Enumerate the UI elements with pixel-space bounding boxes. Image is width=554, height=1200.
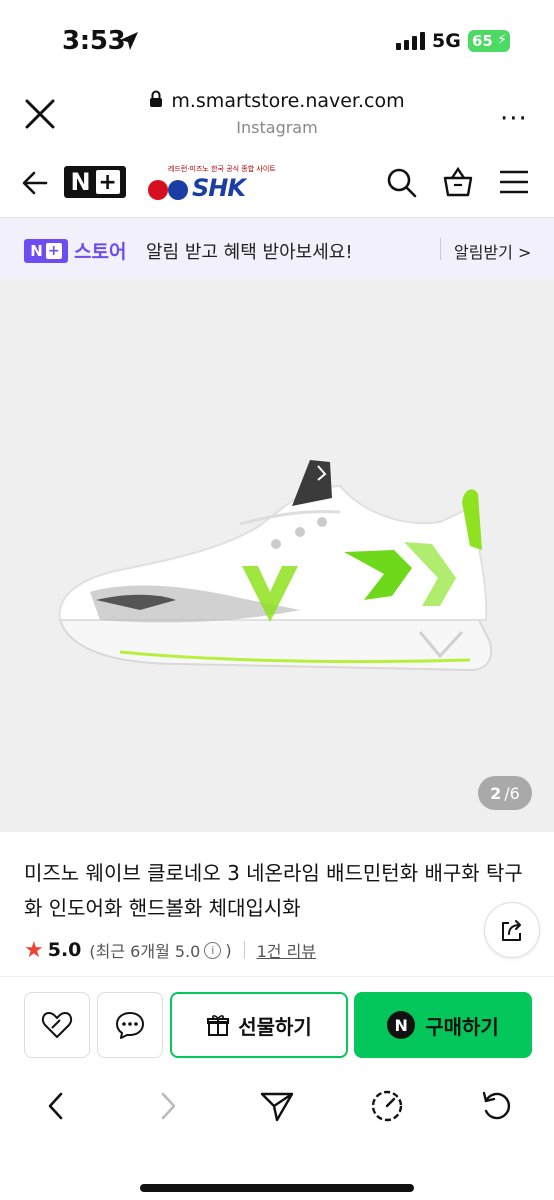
send-icon	[260, 1092, 294, 1122]
browser-source: Instagram	[236, 118, 318, 137]
signal-icon	[396, 32, 425, 50]
product-title: 미즈노 웨이브 클로네오 3 네온라임 배드민턴화 배구화 탁구화 인도어화 핸…	[24, 861, 523, 920]
gift-button[interactable]: 선물하기	[170, 992, 348, 1058]
banner-message: 알림 받고 혜택 받아보세요!	[146, 242, 353, 263]
status-bar: 3:53 5G 65 ⚡	[0, 0, 554, 84]
reload-icon	[482, 1091, 511, 1120]
lock-icon	[150, 90, 163, 107]
recent-rating-text: (최근 6개월 5.0	[89, 942, 201, 961]
back-arrow-icon[interactable]	[20, 168, 50, 198]
image-counter: 2/6	[478, 776, 532, 810]
gift-label: 선물하기	[238, 1014, 312, 1039]
browser-bottom-nav	[0, 1072, 554, 1136]
buy-label: 구매하기	[425, 1014, 499, 1039]
shopping-bag-icon[interactable]	[442, 166, 474, 198]
more-icon[interactable]: ···	[500, 104, 528, 134]
recent-rating-close: )	[225, 940, 232, 960]
store-logo-text: 스토어	[74, 241, 127, 263]
gift-icon	[207, 1015, 230, 1036]
nplus-store-logo-letter: N	[30, 241, 43, 260]
browser-header: m.smartstore.naver.com Instagram ···	[0, 84, 554, 152]
wishlist-button[interactable]	[24, 992, 90, 1058]
home-indicator[interactable]	[140, 1184, 414, 1192]
rating-row: ★ 5.0 (최근 6개월 5.0 i ) 1건 리뷰	[24, 937, 316, 963]
chat-button[interactable]	[97, 992, 163, 1058]
review-count-link[interactable]: 1건 리뷰	[257, 938, 316, 962]
share-icon	[502, 920, 521, 941]
chat-icon	[116, 1012, 144, 1039]
image-counter-total: /6	[504, 783, 520, 803]
notification-subscribe-link[interactable]: 알림받기 >	[454, 239, 531, 263]
recent-rating[interactable]: (최근 6개월 5.0 i )	[89, 938, 231, 962]
info-icon[interactable]: i	[204, 941, 222, 959]
site-header: N + 레드런·미즈노 한국 공식 종합 사이트 SHK	[0, 152, 554, 218]
reload-button[interactable]	[477, 1086, 517, 1126]
buy-button[interactable]: N 구매하기	[354, 992, 532, 1058]
nplus-store-logo: N + 스토어	[24, 237, 126, 264]
plus-icon: +	[95, 170, 120, 195]
brand-tagline: 레드런·미즈노 한국 공식 종합 사이트	[168, 165, 276, 173]
nav-forward-button[interactable]	[148, 1086, 188, 1126]
charging-icon: ⚡	[497, 32, 507, 48]
location-arrow-icon	[120, 32, 138, 50]
nplus-logo[interactable]: N +	[64, 166, 126, 198]
gauge-icon	[371, 1090, 403, 1122]
speed-button[interactable]	[367, 1086, 407, 1126]
divider	[0, 976, 554, 977]
shoe-image	[58, 460, 493, 672]
banner-divider	[440, 238, 441, 260]
store-notification-banner[interactable]: N + 스토어 알림 받고 혜택 받아보세요! 알림받기 >	[0, 218, 554, 280]
brand-mark-blue	[168, 180, 188, 200]
image-counter-current: 2	[490, 783, 502, 803]
status-time: 3:53	[62, 26, 126, 56]
heart-icon	[41, 1012, 73, 1038]
plus-icon: +	[45, 242, 62, 259]
brand-name: SHK	[192, 174, 246, 202]
rating-score: 5.0	[47, 939, 82, 961]
share-button[interactable]	[484, 902, 540, 958]
chevron-right-icon	[161, 1092, 176, 1120]
nplus-logo-letter: N	[70, 168, 91, 196]
naver-pay-icon: N	[387, 1011, 416, 1039]
url-text: m.smartstore.naver.com	[171, 90, 405, 112]
product-image-carousel[interactable]: 2/6	[0, 280, 554, 832]
battery-level: 65	[472, 32, 493, 50]
network-type: 5G	[432, 30, 461, 52]
url-bar[interactable]: m.smartstore.naver.com	[0, 90, 554, 112]
battery-icon: 65 ⚡	[468, 30, 510, 52]
search-icon[interactable]	[386, 167, 418, 199]
nav-back-button[interactable]	[36, 1086, 76, 1126]
menu-icon[interactable]	[500, 170, 528, 194]
brand-mark-red	[148, 180, 168, 200]
nplus-store-logo-box: N +	[24, 238, 68, 263]
send-button[interactable]	[257, 1086, 297, 1126]
chevron-left-icon	[48, 1092, 63, 1120]
rating-separator	[243, 941, 245, 959]
brand-logo[interactable]: 레드런·미즈노 한국 공식 종합 사이트 SHK	[148, 164, 276, 204]
star-icon: ★	[24, 937, 44, 963]
